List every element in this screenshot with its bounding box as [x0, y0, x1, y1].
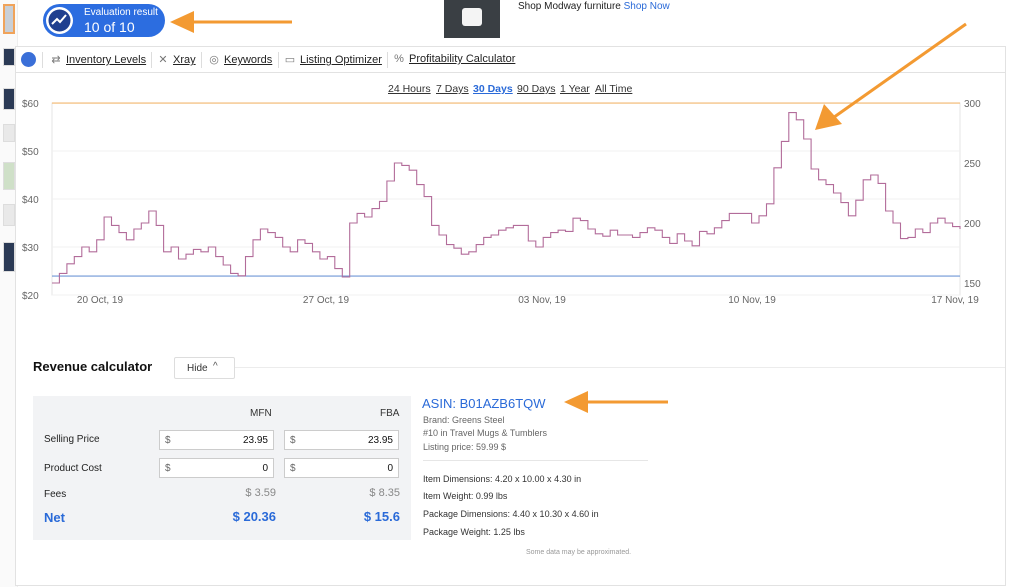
- thumbnail[interactable]: [3, 242, 15, 272]
- divider: [235, 367, 1005, 368]
- left-axis-tick-label: $60: [22, 99, 39, 110]
- thumbnail[interactable]: [3, 162, 15, 190]
- rank-text: #10 in Travel Mugs & Tumblers: [423, 428, 548, 438]
- selling-price-label: Selling Price: [44, 434, 100, 445]
- revenue-calculator-table: MFN FBA Selling Price $23.95 $23.95 Prod…: [33, 396, 411, 540]
- ad-image[interactable]: [444, 0, 500, 38]
- fba-net-value: $ 15.6: [363, 509, 400, 524]
- right-axis-tick-label: 250: [964, 159, 981, 170]
- mfn-product-cost-input[interactable]: $0: [159, 458, 274, 478]
- annotation-arrow-icon: [170, 11, 292, 33]
- x-axis-tick-label: 27 Oct, 19: [303, 295, 350, 306]
- item-weight-text: Item Weight: 0.99 lbs: [423, 491, 508, 501]
- ad-text: Shop Modway furniture: [518, 1, 621, 12]
- left-axis-tick-label: $40: [22, 195, 39, 206]
- x-axis-tick-label: 03 Nov, 19: [518, 295, 566, 306]
- x-axis-tick-label: 20 Oct, 19: [77, 295, 124, 306]
- revenue-calculator-title: Revenue calculator: [33, 359, 153, 374]
- evaluation-result-badge[interactable]: Evaluation result 10 of 10: [43, 4, 165, 37]
- mfn-fees-value: $ 3.59: [245, 487, 276, 499]
- ad-banner: Shop Modway furniture Shop Now: [518, 1, 670, 12]
- evaluation-score: 10 of 10: [84, 19, 135, 35]
- left-axis-tick-label: $20: [22, 291, 39, 302]
- thumbnail[interactable]: [3, 204, 15, 226]
- thumbnail-selected[interactable]: [3, 4, 15, 34]
- x-axis-tick-label: 17 Nov, 19: [931, 295, 979, 306]
- fees-label: Fees: [44, 489, 67, 500]
- approximation-note: Some data may be approximated.: [526, 549, 632, 556]
- shop-now-link[interactable]: Shop Now: [624, 1, 670, 12]
- fba-product-cost-input[interactable]: $0: [284, 458, 399, 478]
- left-axis-tick-label: $50: [22, 147, 39, 158]
- mfn-header: MFN: [250, 408, 272, 419]
- right-axis-tick-label: 150: [964, 279, 981, 290]
- annotation-arrow-icon: [815, 22, 967, 130]
- chart-series: [52, 112, 961, 284]
- right-axis-tick-label: 200: [964, 219, 981, 230]
- item-dimensions-text: Item Dimensions: 4.20 x 10.00 x 4.30 in: [423, 474, 582, 484]
- package-weight-text: Package Weight: 1.25 lbs: [423, 527, 525, 537]
- product-cost-label: Product Cost: [44, 463, 102, 474]
- divider: [423, 460, 648, 461]
- thumbnail[interactable]: [3, 124, 15, 142]
- x-axis-tick-label: 10 Nov, 19: [728, 295, 776, 306]
- listing-price-text: Listing price: 59.99 $: [423, 442, 507, 452]
- thumbnail[interactable]: [3, 48, 15, 66]
- bsr-line-series: [52, 112, 961, 284]
- net-label: Net: [44, 510, 65, 525]
- package-dimensions-text: Package Dimensions: 4.40 x 10.30 x 4.60 …: [423, 509, 599, 519]
- rocket-logo-icon: [46, 7, 73, 34]
- thumbnail[interactable]: [3, 88, 15, 110]
- fba-header: FBA: [380, 408, 400, 419]
- annotation-arrow-icon: [564, 391, 668, 413]
- hide-button[interactable]: Hide ^: [174, 357, 235, 379]
- evaluation-title: Evaluation result: [84, 7, 158, 18]
- chevron-up-icon: ^: [213, 361, 218, 372]
- asin-link[interactable]: ASIN: B01AZB6TQW: [422, 396, 546, 411]
- mfn-net-value: $ 20.36: [232, 509, 276, 524]
- mfn-selling-price-input[interactable]: $23.95: [159, 430, 274, 450]
- fba-selling-price-input[interactable]: $23.95: [284, 430, 399, 450]
- fba-fees-value: $ 8.35: [369, 487, 400, 499]
- left-axis-tick-label: $30: [22, 243, 39, 254]
- brand-text: Brand: Greens Steel: [423, 415, 505, 425]
